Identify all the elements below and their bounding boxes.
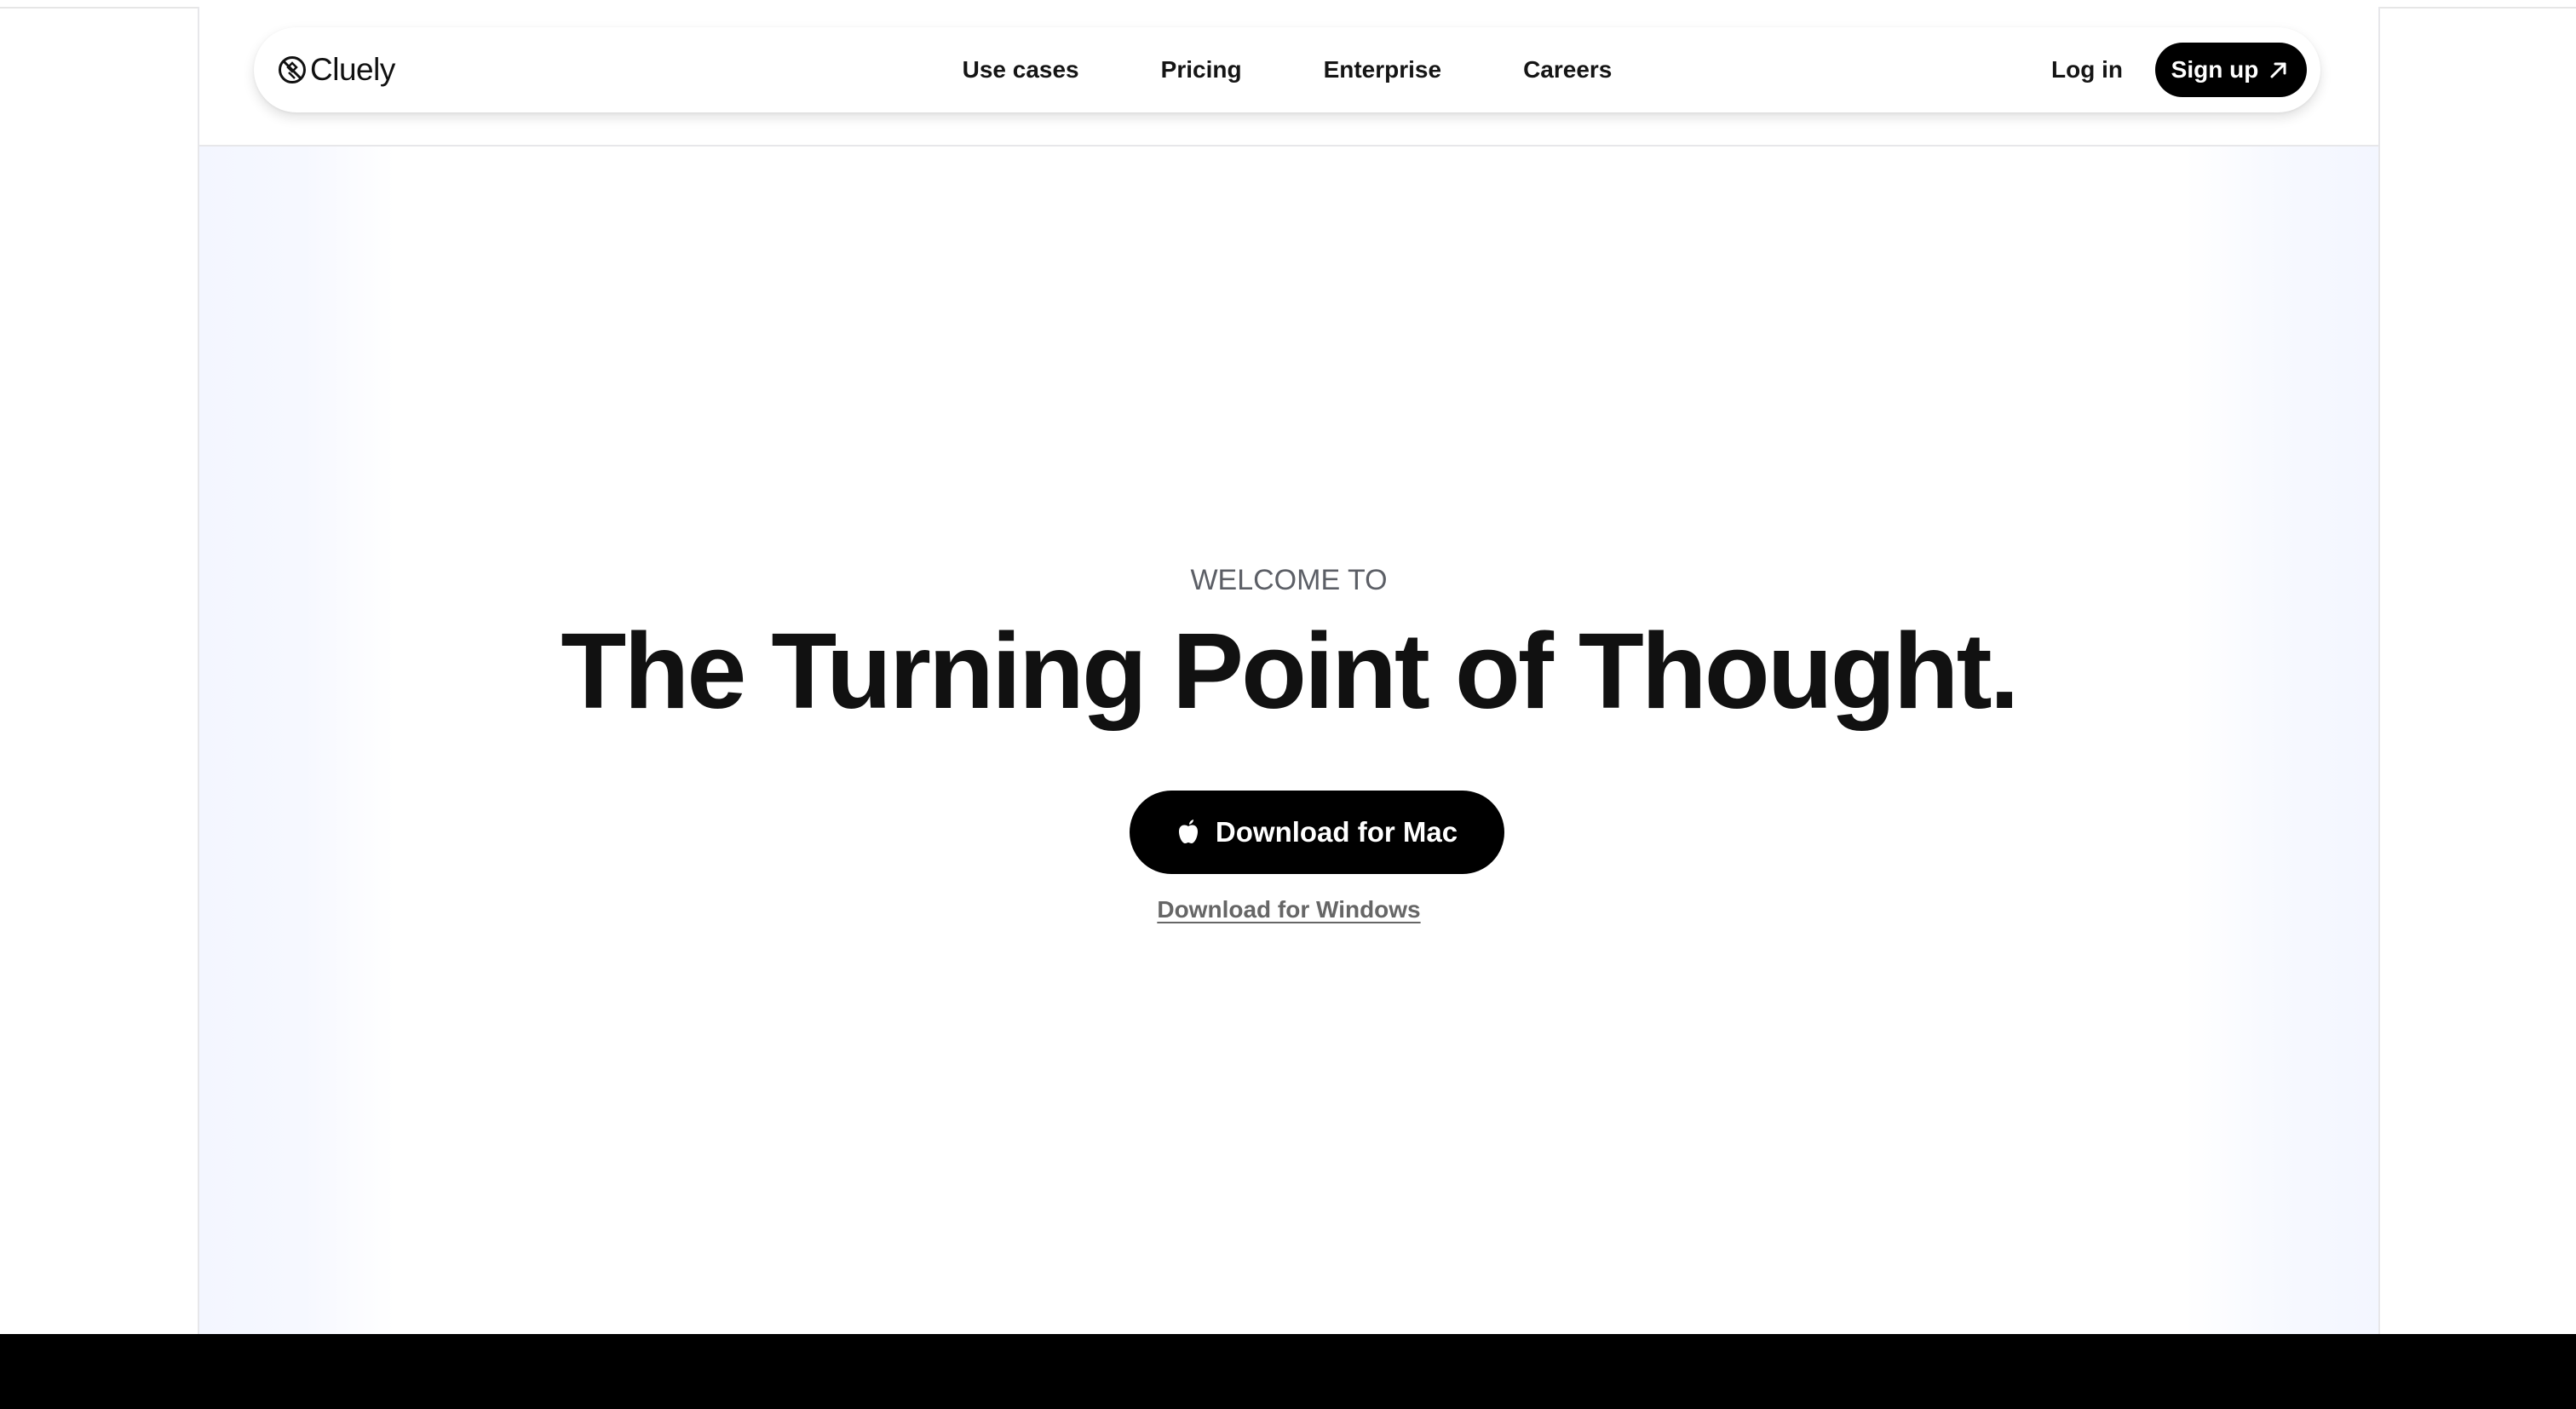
brand-name: Cluely [310, 52, 395, 87]
site-header: Cluely Use cases Pricing Enterprise Care… [199, 7, 2378, 147]
brand-logo-link[interactable]: Cluely [278, 49, 395, 90]
download-mac-button[interactable]: Download for Mac [1130, 791, 1504, 874]
nav-link-use-cases[interactable]: Use cases [963, 56, 1079, 83]
hero-section: WELCOME TO The Turning Point of Thought.… [199, 147, 2378, 1334]
download-mac-label: Download for Mac [1215, 816, 1458, 848]
nav-link-careers[interactable]: Careers [1523, 56, 1612, 83]
cluely-logo-icon [279, 56, 306, 83]
nav-link-enterprise[interactable]: Enterprise [1324, 56, 1442, 83]
signup-label: Sign up [2171, 56, 2259, 83]
nav-link-pricing[interactable]: Pricing [1161, 56, 1242, 83]
download-windows-link[interactable]: Download for Windows [199, 896, 2378, 923]
signup-button[interactable]: Sign up [2155, 43, 2307, 97]
apple-icon [1178, 820, 1198, 843]
nav-links: Use cases Pricing Enterprise Careers [254, 27, 2320, 112]
login-link[interactable]: Log in [2051, 56, 2123, 83]
bottom-black-bar [0, 1334, 2576, 1409]
page-frame: Cluely Use cases Pricing Enterprise Care… [198, 7, 2380, 1334]
arrow-up-right-icon [2270, 62, 2286, 78]
hero-eyebrow: WELCOME TO [1190, 564, 1388, 596]
navbar: Cluely Use cases Pricing Enterprise Care… [254, 27, 2320, 112]
hero-headline: The Turning Point of Thought. [561, 611, 2019, 731]
